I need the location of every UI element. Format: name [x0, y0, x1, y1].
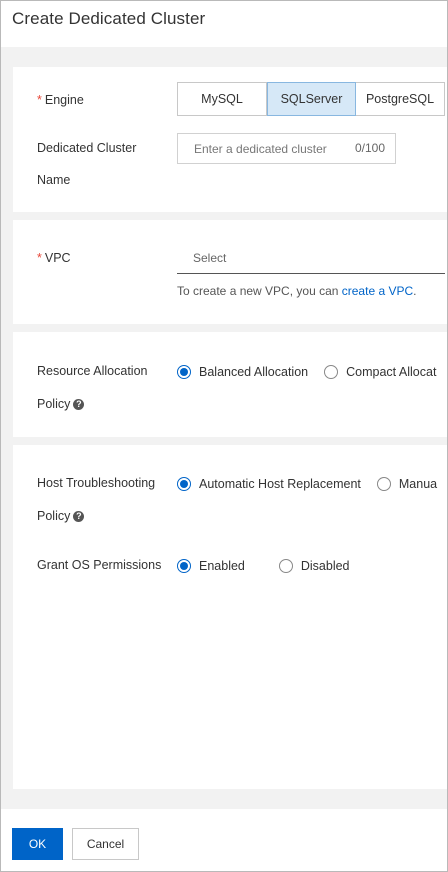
radio-automatic-host-replacement[interactable]: Automatic Host Replacement	[177, 477, 361, 491]
resource-allocation-label-line1: Resource Allocation	[37, 364, 148, 378]
grant-os-label: Grant OS Permissions	[37, 558, 162, 572]
radio-disabled[interactable]: Disabled	[278, 559, 350, 573]
cluster-name-label-line2: Name	[37, 173, 71, 187]
radio-label: Disabled	[300, 559, 350, 573]
resource-allocation-section: Resource Allocation Policy? Balanced All…	[13, 332, 447, 437]
cancel-button[interactable]: Cancel	[72, 828, 139, 860]
required-mark: *	[37, 251, 42, 265]
create-dedicated-cluster-dialog: Create Dedicated Cluster * Engine MySQL S…	[0, 0, 448, 872]
create-vpc-link[interactable]: create a VPC	[342, 284, 413, 298]
vpc-hint: To create a new VPC, you can create a VP…	[177, 284, 416, 298]
radio-balanced-allocation[interactable]: Balanced Allocation	[177, 365, 308, 379]
vpc-select[interactable]: Select	[177, 242, 445, 274]
vpc-select-placeholder: Select	[193, 251, 227, 265]
vpc-section: * VPC Select To create a new VPC, you can…	[13, 220, 447, 324]
required-mark: *	[37, 93, 42, 107]
question-circle-icon[interactable]: ?	[73, 511, 85, 523]
radio-dot[interactable]	[324, 365, 339, 379]
engine-selector: MySQL SQLServer PostgreSQL	[177, 82, 445, 116]
resource-allocation-label-text: Policy	[37, 397, 71, 411]
radio-dot[interactable]	[376, 477, 391, 491]
vpc-hint-suffix: .	[413, 284, 417, 298]
cluster-name-label-line1: Dedicated Cluster	[37, 141, 137, 155]
radio-label: Manua	[398, 477, 438, 491]
radio-dot-selected[interactable]	[177, 559, 191, 573]
question-circle-icon[interactable]: ?	[73, 399, 85, 411]
vpc-hint-text: To create a new VPC, you can	[177, 284, 342, 298]
dialog-title: Create Dedicated Cluster	[12, 9, 206, 28]
engine-option-sqlserver[interactable]: SQLServer	[267, 82, 356, 116]
vpc-label-text: VPC	[44, 251, 71, 265]
cluster-name-counter: 0/100	[354, 141, 385, 155]
radio-label: Automatic Host Replacement	[199, 477, 361, 491]
host-troubleshooting-label-text: Policy	[37, 509, 71, 523]
radio-dot[interactable]	[278, 559, 293, 573]
resource-allocation-label-line2: Policy?	[37, 388, 85, 420]
radio-dot-selected[interactable]	[177, 477, 191, 491]
ok-button[interactable]: OK	[12, 828, 63, 860]
cluster-name-field[interactable]: 0/100	[177, 133, 396, 164]
radio-dot-selected[interactable]	[177, 365, 191, 379]
radio-label: Enabled	[199, 559, 245, 573]
host-settings-section: Host Troubleshooting Policy? Automatic H…	[13, 445, 447, 789]
host-troubleshooting-label-line1: Host Troubleshooting	[37, 476, 156, 490]
engine-section: * Engine MySQL SQLServer PostgreSQL Dedic…	[13, 67, 447, 212]
radio-compact-allocation[interactable]: Compact Allocat	[324, 365, 436, 379]
radio-label: Compact Allocat	[346, 365, 437, 379]
dialog-header: Create Dedicated Cluster	[1, 1, 447, 47]
engine-label-text: Engine	[44, 93, 84, 107]
engine-option-postgresql[interactable]: PostgreSQL	[356, 83, 444, 115]
radio-manual[interactable]: Manua	[376, 477, 438, 491]
grant-os-options: Enabled Disabled	[177, 559, 366, 573]
resource-allocation-options: Balanced Allocation Compact Allocat	[177, 365, 447, 379]
radio-enabled[interactable]: Enabled	[177, 559, 245, 573]
engine-option-mysql[interactable]: MySQL	[178, 83, 267, 115]
engine-label: * Engine	[37, 84, 84, 116]
dialog-footer: OK Cancel	[1, 809, 447, 871]
host-troubleshooting-options: Automatic Host Replacement Manua	[177, 477, 447, 491]
host-troubleshooting-label-line2: Policy?	[37, 500, 85, 532]
cluster-name-input[interactable]	[178, 134, 348, 163]
radio-label: Balanced Allocation	[199, 365, 309, 379]
vpc-label: * VPC	[37, 242, 71, 274]
